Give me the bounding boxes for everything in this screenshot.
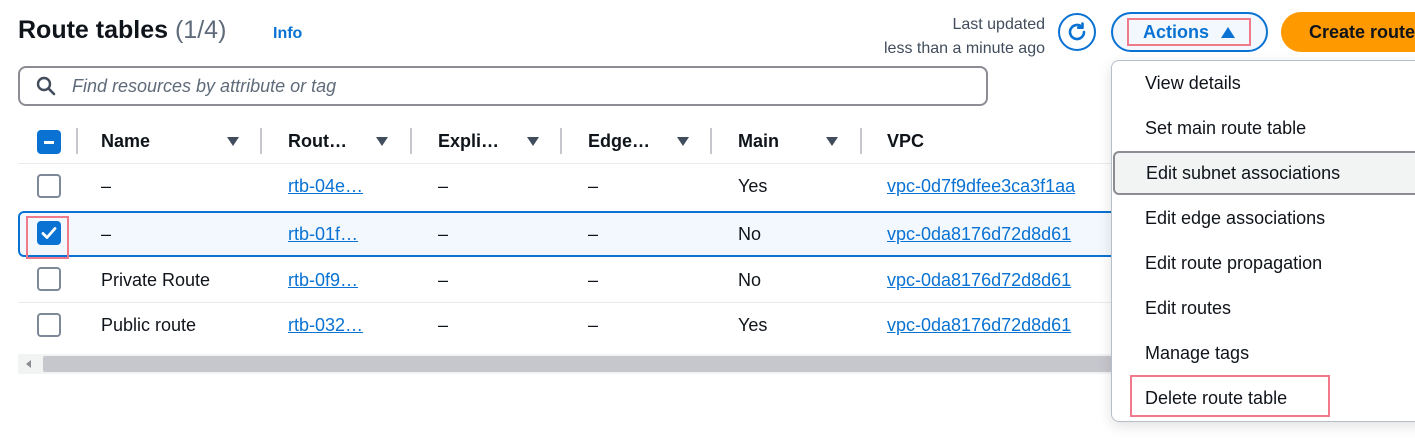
cell-explicit: – xyxy=(438,270,449,290)
column-divider[interactable] xyxy=(260,128,262,154)
last-updated-value: less than a minute ago xyxy=(884,40,1045,57)
refresh-button[interactable] xyxy=(1058,13,1096,51)
cell-name: Public route xyxy=(101,315,197,335)
cell-explicit: – xyxy=(438,224,449,244)
cell-main: Yes xyxy=(738,176,768,196)
search-icon xyxy=(36,76,56,96)
search-placeholder: Find resources by attribute or tag xyxy=(72,75,337,96)
actions-menu: View details Set main route table Edit s… xyxy=(1111,60,1415,422)
sort-caret-icon[interactable] xyxy=(227,137,239,146)
cell-name: Private Route xyxy=(101,270,211,290)
menu-item-view-details[interactable]: View details xyxy=(1112,61,1415,105)
cell-vpc[interactable]: vpc-0da8176d72d8d61 xyxy=(887,224,1071,245)
cell-route-table-id[interactable]: rtb-032… xyxy=(288,315,363,336)
sort-caret-icon[interactable] xyxy=(826,137,838,146)
row-checkbox[interactable] xyxy=(37,267,61,291)
menu-item-edit-subnet-associations[interactable]: Edit subnet associations xyxy=(1113,151,1415,195)
menu-item-edit-routes[interactable]: Edit routes xyxy=(1112,286,1415,330)
cell-route-table-id[interactable]: rtb-01f… xyxy=(288,224,358,245)
search-input[interactable]: Find resources by attribute or tag xyxy=(18,66,988,106)
scroll-left-icon[interactable] xyxy=(26,360,31,368)
column-divider[interactable] xyxy=(860,128,862,154)
horizontal-scrollbar[interactable] xyxy=(18,354,1118,374)
column-header-explicit[interactable]: Expli… xyxy=(438,128,499,154)
info-link[interactable]: Info xyxy=(273,25,302,43)
cell-main: Yes xyxy=(738,315,768,335)
column-divider[interactable] xyxy=(710,128,712,154)
actions-button-highlight: Actions xyxy=(1127,18,1251,46)
selection-count: (1/4) xyxy=(174,16,227,44)
menu-item-set-main-route-table[interactable]: Set main route table xyxy=(1112,106,1415,150)
column-header-vpc[interactable]: VPC xyxy=(887,128,924,154)
checkmark-icon xyxy=(41,227,57,239)
caret-up-icon xyxy=(1221,26,1235,38)
cell-explicit: – xyxy=(438,315,449,335)
sort-caret-icon[interactable] xyxy=(527,137,539,146)
row-checkbox[interactable] xyxy=(37,174,61,198)
column-header-route-table-id[interactable]: Rout… xyxy=(288,128,347,154)
cell-name: – xyxy=(101,224,112,244)
column-header-name[interactable]: Name xyxy=(101,128,150,154)
scrollbar-thumb[interactable] xyxy=(43,356,1113,372)
sort-caret-icon[interactable] xyxy=(677,137,689,146)
select-all-checkbox[interactable] xyxy=(37,130,61,154)
cell-explicit: – xyxy=(438,176,449,196)
indeterminate-icon xyxy=(44,141,54,144)
menu-item-edit-edge-associations[interactable]: Edit edge associations xyxy=(1112,196,1415,240)
delete-highlight xyxy=(1130,375,1330,417)
row-checkbox[interactable] xyxy=(37,313,61,337)
cell-edge: – xyxy=(588,315,599,335)
sort-caret-icon[interactable] xyxy=(376,137,388,146)
page-title-text: Route tables xyxy=(18,16,169,44)
cell-route-table-id[interactable]: rtb-04e… xyxy=(288,176,363,197)
create-route-table-button[interactable]: Create route table xyxy=(1281,12,1415,52)
cell-main: No xyxy=(738,224,762,244)
cell-vpc[interactable]: vpc-0d7f9dfee3ca3f1aa xyxy=(887,176,1075,197)
column-divider xyxy=(76,128,78,154)
menu-item-edit-route-propagation[interactable]: Edit route propagation xyxy=(1112,241,1415,285)
cell-vpc[interactable]: vpc-0da8176d72d8d61 xyxy=(887,270,1071,291)
cell-vpc[interactable]: vpc-0da8176d72d8d61 xyxy=(887,315,1071,336)
row-checkbox[interactable] xyxy=(37,221,61,245)
cell-name: – xyxy=(101,176,112,196)
column-divider[interactable] xyxy=(560,128,562,154)
actions-button[interactable]: Actions xyxy=(1111,12,1268,52)
cell-main: No xyxy=(738,270,762,290)
cell-route-table-id[interactable]: rtb-0f9… xyxy=(288,270,358,291)
cell-edge: – xyxy=(588,224,599,244)
column-divider[interactable] xyxy=(410,128,412,154)
actions-label: Actions xyxy=(1142,21,1209,42)
column-header-edge[interactable]: Edge… xyxy=(588,128,650,154)
page-title: Route tables (1/4) xyxy=(18,16,226,45)
refresh-icon xyxy=(1068,22,1086,41)
cell-edge: – xyxy=(588,270,599,290)
cell-edge: – xyxy=(588,176,599,196)
menu-item-manage-tags[interactable]: Manage tags xyxy=(1112,331,1415,375)
column-header-main[interactable]: Main xyxy=(738,128,779,154)
last-updated-label: Last updated xyxy=(952,16,1045,33)
last-updated: Last updated less than a minute ago xyxy=(884,13,1045,61)
